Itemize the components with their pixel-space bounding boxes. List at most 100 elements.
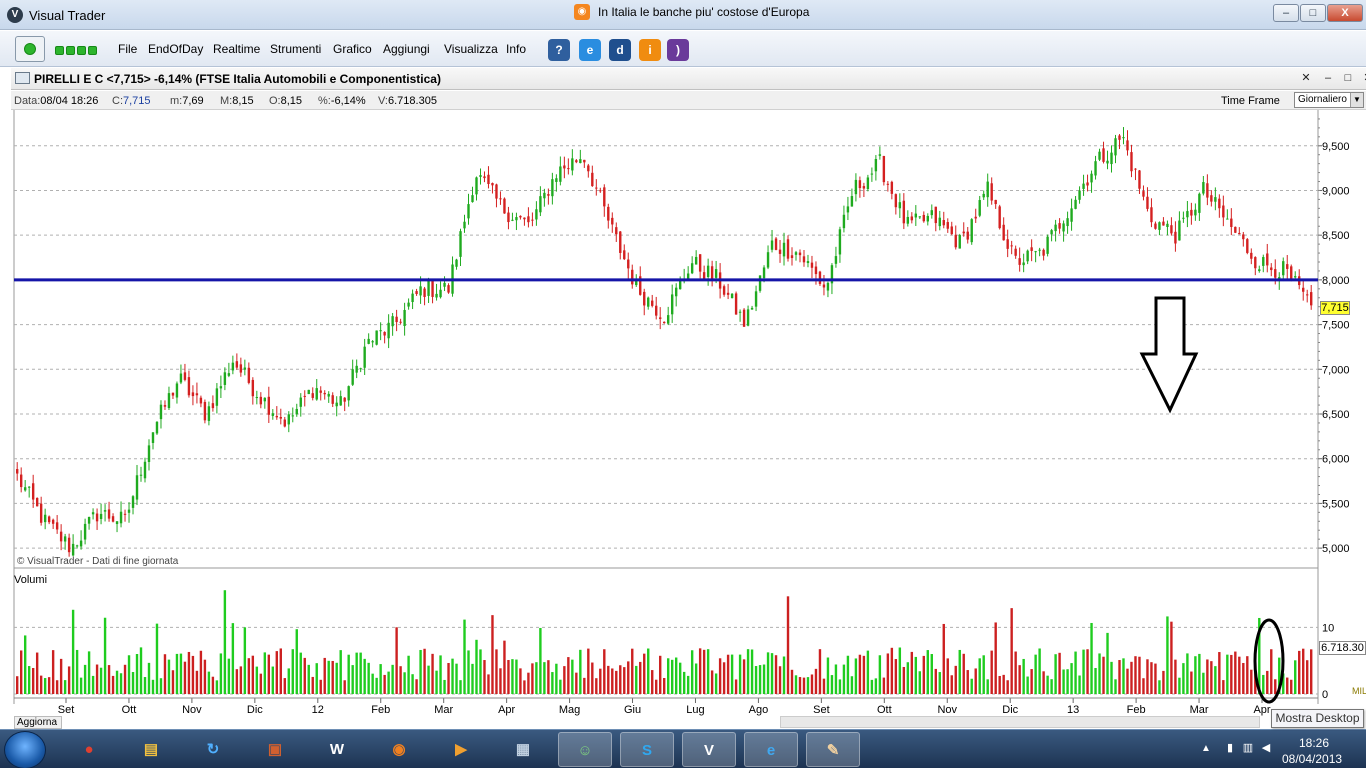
candle-body: [1022, 262, 1025, 266]
candle-body: [315, 388, 318, 400]
volume-bar: [822, 678, 826, 694]
volume-bar: [998, 675, 1001, 694]
volume-bar: [1026, 676, 1029, 694]
price-tick-label: 6,000: [1322, 454, 1350, 466]
volume-bar: [1246, 656, 1249, 694]
firefox-icon[interactable]: ◉: [372, 732, 426, 767]
internet-explorer-task-icon[interactable]: e: [744, 732, 798, 767]
volume-bar: [674, 657, 678, 694]
device-icon[interactable]: ▮: [1223, 741, 1237, 755]
volume-bar: [315, 663, 318, 694]
candle-body: [1202, 182, 1205, 194]
volume-bar: [371, 673, 374, 694]
word-icon[interactable]: W: [310, 732, 364, 767]
candle-body: [443, 282, 446, 287]
candle-body: [1238, 232, 1241, 235]
volume-bar: [1034, 654, 1037, 694]
horizontal-scrollbar[interactable]: [780, 716, 1260, 728]
volume-bar: [1086, 649, 1089, 694]
volume-bar: [914, 656, 918, 694]
candle-body: [1002, 224, 1005, 241]
volume-bar: [834, 664, 838, 694]
price-axis: 5,000 5,500 6,000 6,500 7,000 7,500 8,000 8,500…: [1318, 118, 1350, 701]
volume-bar: [227, 658, 231, 694]
volume-bar: [319, 679, 322, 694]
volume-bar: [23, 635, 27, 694]
volume-bar: [878, 655, 882, 694]
volume-bar: [415, 679, 418, 694]
volume-bar: [75, 649, 79, 694]
volume-bar: [87, 651, 91, 694]
volume-bar: [846, 655, 850, 694]
tray-expand-icon[interactable]: ▲: [1201, 743, 1211, 754]
taskbar: ● ▤ ↻ ▣ W ◉ ▶ ▦ ☺ S V e ✎ ▲ ▮ ▥ ◀ 18:26 …: [0, 729, 1366, 768]
volume-bar: [123, 664, 127, 694]
volume-bar: [531, 663, 534, 694]
volume-bar: [1138, 656, 1141, 694]
time-tick-label: 13: [1067, 704, 1079, 716]
candle-body: [1282, 261, 1285, 276]
refresh-button[interactable]: Aggiorna: [14, 716, 62, 729]
candle-body: [846, 206, 850, 213]
volume-icon[interactable]: ◀: [1259, 741, 1273, 755]
refresh-app-icon[interactable]: ↻: [186, 732, 240, 767]
candle-body: [722, 286, 726, 295]
candle-body: [567, 168, 570, 170]
candle-body: [307, 389, 310, 395]
volume-bar: [966, 670, 969, 694]
volume-bar: [547, 660, 550, 694]
candle-body: [599, 190, 602, 192]
candle-body: [547, 194, 550, 196]
candle-body: [167, 393, 171, 409]
messenger-icon[interactable]: ☺: [558, 732, 612, 767]
clock-time[interactable]: 18:26: [1299, 736, 1329, 750]
network-icon[interactable]: ▥: [1241, 741, 1255, 755]
volume-bar: [267, 654, 271, 694]
candle-body: [1034, 251, 1037, 253]
volume-bar: [391, 664, 394, 694]
candle-body: [934, 206, 937, 224]
volume-bar: [451, 658, 454, 694]
volume-bar: [1310, 649, 1313, 694]
clock-date[interactable]: 08/04/2013: [1282, 752, 1342, 766]
volume-bar: [483, 660, 486, 694]
candle-body: [1170, 225, 1173, 234]
candle-body: [251, 379, 255, 397]
media-player-icon[interactable]: ▶: [434, 732, 488, 767]
volume-bar: [922, 655, 925, 694]
time-tick-label: Apr: [498, 704, 515, 716]
volume-bar: [595, 678, 598, 694]
volume-bar: [882, 677, 886, 694]
candle-body: [171, 392, 175, 396]
visualtrader-task-icon[interactable]: V: [682, 732, 736, 767]
candle-body: [647, 297, 650, 307]
volume-bar: [155, 623, 159, 694]
volume-bar: [1118, 660, 1121, 694]
candle-body: [179, 373, 183, 383]
archive-app-icon[interactable]: ▣: [248, 732, 302, 767]
candle-body: [774, 238, 778, 250]
chrome-icon[interactable]: ●: [62, 732, 116, 767]
volume-bar: [99, 667, 103, 694]
volume-bar: [1066, 669, 1069, 694]
start-button[interactable]: [4, 731, 46, 768]
volume-bar: [171, 670, 175, 694]
candle-body: [1250, 252, 1253, 259]
candle-body: [778, 249, 782, 254]
volume-bar: [746, 649, 750, 694]
candle-body: [1110, 152, 1113, 165]
file-explorer-icon[interactable]: ▤: [124, 732, 178, 767]
candle-body: [1270, 267, 1273, 271]
candle-body: [39, 503, 43, 523]
price-chart[interactable]: 5,000 5,500 6,000 6,500 7,000 7,500 8,000 8,500…: [0, 0, 1366, 729]
volume-bar: [183, 661, 187, 694]
skype-icon[interactable]: S: [620, 732, 674, 767]
candle-body: [603, 187, 606, 207]
candle-body: [1166, 223, 1169, 227]
volume-bar: [1190, 671, 1193, 694]
candle-body: [79, 540, 83, 547]
paint-icon[interactable]: ✎: [806, 732, 860, 767]
candle-body: [539, 196, 542, 213]
scanner-icon[interactable]: ▦: [496, 732, 550, 767]
volume-bar: [379, 664, 382, 694]
